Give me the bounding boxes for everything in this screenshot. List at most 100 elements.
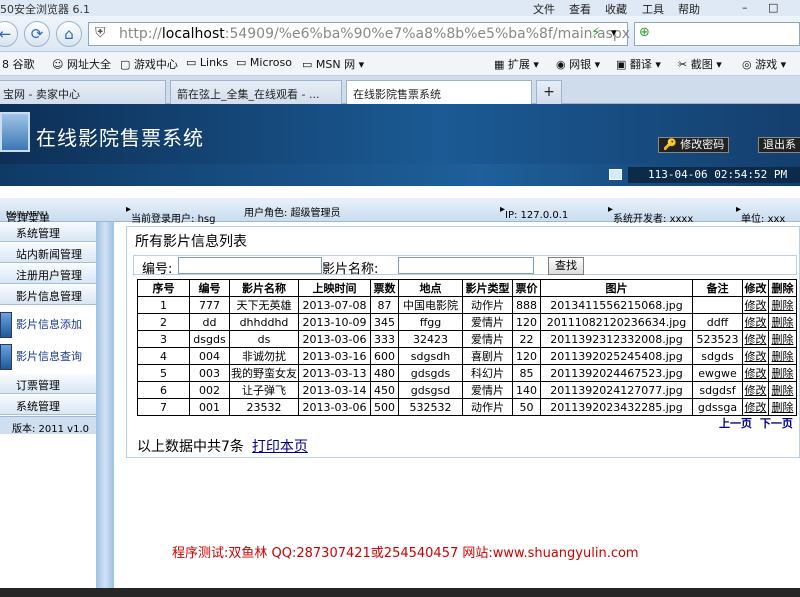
delete-link[interactable]: 删除 <box>772 299 794 312</box>
tool-screenshot[interactable]: ✂ 截图 ▾ <box>678 56 722 72</box>
menu-tools[interactable]: 工具 <box>642 1 664 17</box>
table-cell: 2011392023432285.jpg <box>540 398 693 416</box>
code-input[interactable] <box>178 257 322 274</box>
favorite-google[interactable]: 8 谷歌 <box>2 56 35 72</box>
edit-link[interactable]: 修改 <box>745 350 767 363</box>
delete-link[interactable]: 删除 <box>772 384 794 397</box>
tool-bank[interactable]: ◉ 网银 ▾ <box>556 56 600 72</box>
table-cell: 23532 <box>229 398 299 416</box>
app-title: 在线影院售票系统 <box>36 126 204 150</box>
chevron-down-icon[interactable]: ▾ <box>611 26 617 39</box>
screen-icon <box>609 169 622 180</box>
table-cell-action: 修改 <box>742 381 769 399</box>
favorite-links[interactable]: ▭ Links <box>186 56 228 69</box>
edit-link[interactable]: 修改 <box>745 367 767 380</box>
sidebar-item-movies[interactable]: 影片信息管理 <box>0 285 96 305</box>
time-bar: 113-04-06 02:54:52 PM <box>0 164 800 186</box>
tool-games[interactable]: ◎ 游戏 ▾ <box>742 56 786 72</box>
minimize-icon[interactable]: – <box>742 1 748 14</box>
table-cell-action: 删除 <box>768 330 797 348</box>
tool-extensions[interactable]: ▦ 扩展 ▾ <box>494 56 539 72</box>
sidebar-item-system-2[interactable]: 系统管理 <box>0 395 96 415</box>
next-page-link[interactable]: 下一页 <box>760 417 793 430</box>
header-location: 地点 <box>398 279 463 297</box>
sidebar-item-news[interactable]: 站内新闻管理 <box>0 243 96 263</box>
menu-help[interactable]: 帮助 <box>678 1 700 17</box>
delete-link[interactable]: 删除 <box>772 333 794 346</box>
table-cell: 天下无英雄 <box>229 296 299 314</box>
table-cell: dd <box>189 313 230 331</box>
table-cell: 22 <box>512 330 541 348</box>
menu-file[interactable]: 文件 <box>533 1 555 17</box>
summary: 以上数据中共7条 打印本页 <box>137 436 308 456</box>
logout-button[interactable]: 退出系 <box>758 137 800 153</box>
print-link[interactable]: 打印本页 <box>252 439 308 455</box>
table-cell: ewgwe <box>692 364 743 382</box>
table-cell-action: 删除 <box>768 364 797 382</box>
table-cell: 2 <box>137 313 190 331</box>
unit: ▸ 单位: xxx <box>736 204 786 225</box>
table-cell: gdssga <box>692 398 743 416</box>
sidebar-item-tickets[interactable]: 订票管理 <box>0 374 96 394</box>
record-count: 以上数据中共7条 <box>137 439 244 455</box>
maximize-icon[interactable]: □ <box>768 1 778 14</box>
table-cell: 5 <box>137 364 190 382</box>
delete-link[interactable]: 删除 <box>772 401 794 414</box>
document-icon <box>0 344 12 370</box>
table-cell: 120 <box>512 347 541 365</box>
table-cell: 让子弹飞 <box>229 381 299 399</box>
name-input[interactable] <box>398 257 534 274</box>
delete-link[interactable]: 删除 <box>772 350 794 363</box>
monitor-icon <box>0 112 30 152</box>
favorite-microsoft[interactable]: ▭ Microso <box>236 56 292 69</box>
table-cell: ds <box>229 330 299 348</box>
menu-favorites[interactable]: 收藏 <box>605 1 627 17</box>
back-icon[interactable]: ← <box>0 21 18 47</box>
table-cell: 2013-03-06 <box>298 398 371 416</box>
sidebar-item-users[interactable]: 注册用户管理 <box>0 264 96 284</box>
table-cell: 120 <box>512 313 541 331</box>
delete-link[interactable]: 删除 <box>772 367 794 380</box>
table-cell-action: 删除 <box>768 313 797 331</box>
edit-link[interactable]: 修改 <box>745 401 767 414</box>
favorite-games[interactable]: ▢ 游戏中心 <box>120 56 178 72</box>
info-bar: 管理菜单 MAIN MENU ▸ 当前登录用户: hsg 用户角色: 超级管理员… <box>0 198 800 225</box>
edit-link[interactable]: 修改 <box>745 299 767 312</box>
sidebar-sub-add-movie[interactable]: 影片信息添加 <box>0 312 96 344</box>
table-cell: 2013-07-08 <box>298 296 371 314</box>
favorite-directory[interactable]: ☺ 网址大全 <box>52 56 111 72</box>
table-cell: 345 <box>370 313 399 331</box>
tab-seller-center[interactable]: 宝网 - 卖家中心 <box>0 80 166 104</box>
refresh-icon[interactable]: ⟳ <box>24 21 50 47</box>
table-cell: 600 <box>370 347 399 365</box>
edit-link[interactable]: 修改 <box>745 316 767 329</box>
search-input[interactable]: ⊕ <box>634 22 800 46</box>
new-tab-button[interactable]: + <box>536 80 562 104</box>
sidebar-sub-query-movie[interactable]: 影片信息查询 <box>0 344 96 376</box>
tab-video[interactable]: 箭在弦上_全集_在线观看 - ... <box>170 80 342 104</box>
tool-translate[interactable]: ▣ 翻译 ▾ <box>616 56 661 72</box>
table-cell: 爱情片 <box>462 381 513 399</box>
delete-link[interactable]: 删除 <box>772 316 794 329</box>
menu-view[interactable]: 查看 <box>569 1 591 17</box>
favorite-msn[interactable]: ▭ MSN 网 ▾ <box>302 56 364 72</box>
header-code: 编号 <box>189 279 230 297</box>
home-icon[interactable]: ⌂ <box>56 21 82 47</box>
tab-cinema-system[interactable]: 在线影院售票系统 <box>346 80 532 105</box>
table-header-row: 序号 编号 影片名称 上映时间 票数 地点 影片类型 票价 图片 备注 修改 删… <box>137 279 797 297</box>
sidebar-item-system[interactable]: 系统管理 <box>0 222 96 242</box>
table-cell: gdsgsd <box>398 381 463 399</box>
table-cell: 非诚勿扰 <box>229 347 299 365</box>
edit-link[interactable]: 修改 <box>745 384 767 397</box>
change-password-button[interactable]: 🔑 修改密码 <box>658 137 730 153</box>
prev-page-link[interactable]: 上一页 <box>719 417 752 430</box>
edit-link[interactable]: 修改 <box>745 333 767 346</box>
address-bar[interactable]: ⛨ http://localhost:54909/%e6%ba%90%e7%a8… <box>88 22 630 46</box>
search-button[interactable]: 查找 <box>548 257 584 275</box>
table-row: 2 dd dhhddhd 2013-10-09 345 ffgg 爱情片 120 2011108… <box>137 313 797 331</box>
table-cell: 2011392024127077.jpg <box>540 381 693 399</box>
app-header: 在线影院售票系统 🔑 修改密码 退出系 <box>0 104 800 164</box>
sidebar-splitter[interactable] <box>96 222 114 597</box>
lightning-icon[interactable]: ⚡ <box>591 25 601 41</box>
table-cell: 480 <box>370 364 399 382</box>
